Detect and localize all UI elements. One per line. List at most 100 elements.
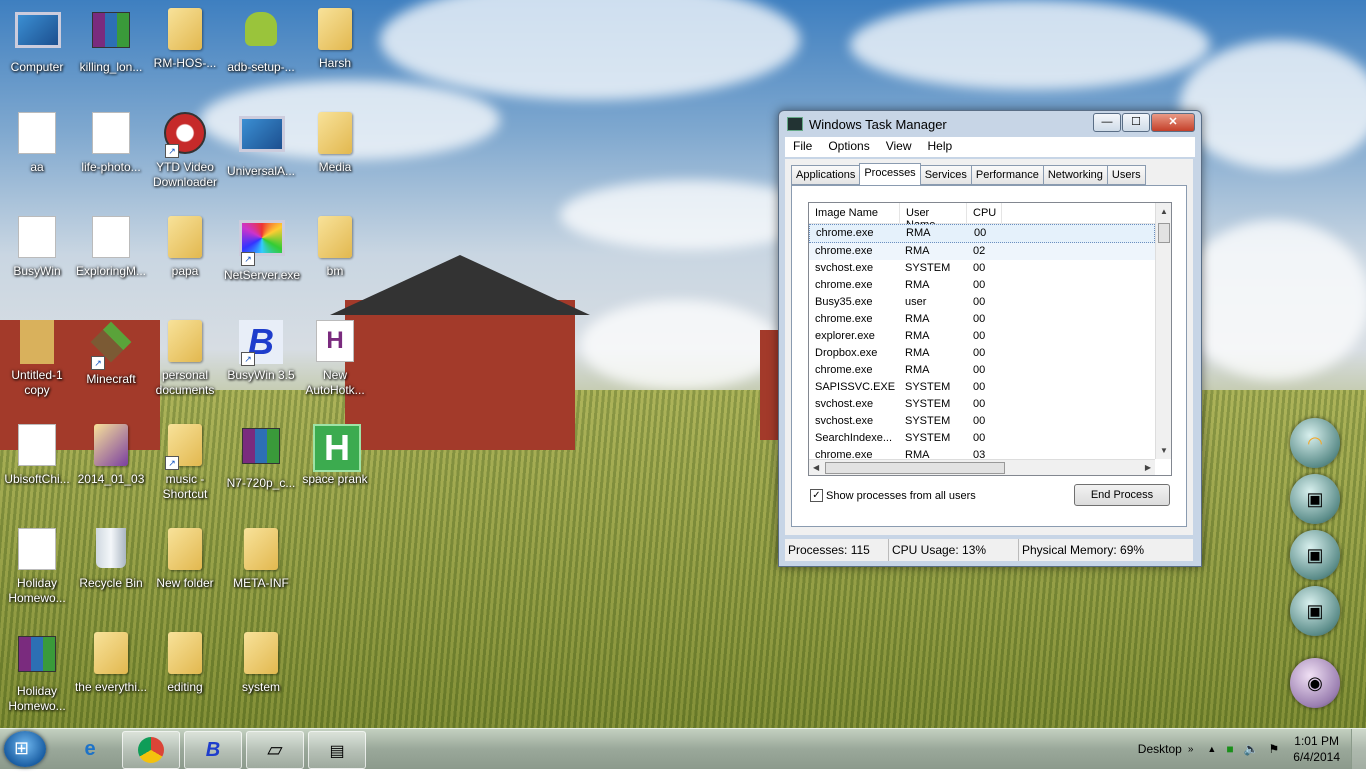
editing-desktop-icon[interactable]: editing	[148, 632, 222, 695]
media-desktop-icon[interactable]: Media	[298, 112, 372, 175]
task-manager-window[interactable]: Windows Task Manager — ☐ ✕ File Options …	[778, 110, 1202, 567]
show-hidden-icons-icon[interactable]: ▲	[1207, 744, 1216, 754]
table-row[interactable]: SearchIndexe... SYSTEM 00	[809, 430, 1155, 447]
table-row[interactable]: svchost.exe SYSTEM 00	[809, 260, 1155, 277]
menu-view[interactable]: View	[878, 137, 920, 157]
personal-documents-desktop-icon[interactable]: personal documents	[148, 320, 222, 398]
desktop-toolbar-label[interactable]: Desktop	[1138, 742, 1182, 756]
life-photo-desktop-icon[interactable]: life-photo...	[74, 112, 148, 175]
maximize-button[interactable]: ☐	[1122, 113, 1150, 132]
checkbox-check-icon[interactable]: ✓	[810, 489, 823, 502]
chrome-taskbar-button[interactable]	[122, 731, 180, 769]
show-all-processes-checkbox[interactable]: ✓ Show processes from all users	[810, 489, 976, 502]
table-row[interactable]: svchost.exe SYSTEM 00	[809, 413, 1155, 430]
menu-help[interactable]: Help	[920, 137, 961, 157]
harsh-desktop-icon[interactable]: Harsh	[298, 8, 372, 71]
papa-desktop-icon[interactable]: papa	[148, 216, 222, 279]
title-bar[interactable]: Windows Task Manager — ☐ ✕	[779, 111, 1201, 137]
tab-services[interactable]: Services	[919, 165, 972, 185]
table-row[interactable]: chrome.exe RMA 00	[809, 362, 1155, 379]
close-button[interactable]: ✕	[1151, 113, 1195, 132]
meta-inf-desktop-icon[interactable]: META-INF	[224, 528, 298, 591]
2014-01-03-desktop-icon[interactable]: 2014_01_03	[74, 424, 148, 487]
table-row[interactable]: svchost.exe SYSTEM 00	[809, 396, 1155, 413]
table-row[interactable]: chrome.exe RMA 00	[809, 277, 1155, 294]
computer-desktop-icon[interactable]: Computer	[0, 8, 74, 75]
minecraft-desktop-icon[interactable]: ↗ Minecraft	[74, 320, 148, 387]
table-row[interactable]: Dropbox.exe RMA 00	[809, 345, 1155, 362]
table-row[interactable]: Busy35.exe user 00	[809, 294, 1155, 311]
end-process-button[interactable]: End Process	[1074, 484, 1170, 506]
holiday-homework-pdf-desktop-icon[interactable]: Holiday Homewo...	[0, 528, 74, 606]
volume-icon[interactable]: 🔈	[1244, 742, 1259, 756]
space-prank-desktop-icon[interactable]: H space prank	[298, 424, 372, 487]
table-row[interactable]: explorer.exe RMA 00	[809, 328, 1155, 345]
ubisoftchi-desktop-icon[interactable]: UbisoftChi...	[0, 424, 74, 487]
menu-file[interactable]: File	[785, 137, 820, 157]
column-cpu[interactable]: CPU	[967, 203, 1002, 223]
busywin-desktop-icon[interactable]: BusyWin	[0, 216, 74, 279]
show-desktop-button[interactable]	[1351, 729, 1366, 769]
clock[interactable]: 1:01 PM 6/4/2014	[1293, 733, 1340, 765]
task-manager-taskbar-button[interactable]: ▤	[308, 731, 366, 769]
tab-users[interactable]: Users	[1106, 165, 1146, 185]
scroll-right-icon[interactable]: ▶	[1145, 463, 1151, 472]
column-user-name[interactable]: User Name	[900, 203, 967, 231]
scroll-left-icon[interactable]: ◀	[813, 463, 819, 472]
scroll-up-icon[interactable]: ▲	[1160, 207, 1168, 216]
start-button[interactable]: ⊞	[4, 731, 46, 767]
orb-gadget[interactable]: ◉	[1290, 658, 1340, 708]
table-row[interactable]: SAPISSVC.EXE SYSTEM 00	[809, 379, 1155, 396]
busywin-taskbar-button[interactable]: B	[184, 731, 242, 769]
music-shortcut-desktop-icon[interactable]: ↗ music - Shortcut	[148, 424, 222, 502]
picture-icon: ▣	[1306, 601, 1324, 621]
minimize-button[interactable]: —	[1093, 113, 1121, 132]
slideshow-gadget[interactable]: ▣	[1290, 474, 1340, 524]
installer-icon	[239, 116, 285, 152]
internet-explorer-taskbar-button[interactable]: e	[62, 731, 118, 767]
tab-performance[interactable]: Performance	[970, 165, 1044, 185]
tab-applications[interactable]: Applications	[791, 165, 861, 185]
table-row[interactable]: chrome.exe RMA 00	[809, 224, 1155, 243]
bm-desktop-icon[interactable]: bm	[298, 216, 372, 279]
horizontal-scrollbar[interactable]: ◀ ▶	[809, 459, 1155, 475]
scroll-down-icon[interactable]: ▼	[1160, 446, 1168, 455]
scroll-thumb[interactable]	[1158, 223, 1170, 243]
table-row[interactable]: chrome.exe RMA 02	[809, 243, 1155, 260]
recycle-bin-desktop-icon[interactable]: Recycle Bin	[74, 528, 148, 591]
photo-gadget-2[interactable]: ▣	[1290, 586, 1340, 636]
rm-hos-desktop-icon[interactable]: RM-HOS-...	[148, 8, 222, 71]
exploringm-desktop-icon[interactable]: ExploringM...	[74, 216, 148, 279]
photo-gadget[interactable]: ▣	[1290, 530, 1340, 580]
tab-processes[interactable]: Processes	[859, 163, 921, 186]
new-folder-desktop-icon[interactable]: New folder	[148, 528, 222, 591]
vertical-scrollbar[interactable]: ▲ ▼	[1155, 203, 1171, 459]
table-row[interactable]: chrome.exe RMA 00	[809, 311, 1155, 328]
tab-networking[interactable]: Networking	[1042, 165, 1108, 185]
new-autohotkey-desktop-icon[interactable]: H New AutoHotk...	[298, 320, 372, 398]
busywin-35-desktop-icon[interactable]: B ↗ BusyWin 3.5	[224, 320, 298, 383]
the-everything-desktop-icon[interactable]: the everythi...	[74, 632, 148, 695]
hscroll-thumb[interactable]	[825, 462, 1005, 474]
menu-options[interactable]: Options	[820, 137, 877, 157]
toolbar-chevron-icon[interactable]: »	[1188, 744, 1194, 755]
holiday-homework-rar-desktop-icon[interactable]: Holiday Homewo...	[0, 632, 74, 714]
process-list[interactable]: Image Name User Name CPU chrome.exe RMA 00…	[808, 202, 1172, 476]
action-center-icon[interactable]: ⚑	[1269, 742, 1280, 756]
column-image-name[interactable]: Image Name	[809, 203, 900, 223]
adb-setup-desktop-icon[interactable]: adb-setup-...	[224, 8, 298, 75]
network-status-icon[interactable]: ■	[1226, 742, 1233, 756]
universala-desktop-icon[interactable]: UniversalA...	[224, 112, 298, 179]
n7-720p-desktop-icon[interactable]: N7-720p_c...	[224, 424, 298, 491]
wifi-gadget[interactable]: ◠	[1290, 418, 1340, 468]
aa-desktop-icon[interactable]: aa	[0, 112, 74, 175]
cell-cpu: 00	[973, 347, 986, 359]
ytd-video-downloader-desktop-icon[interactable]: ↗ YTD Video Downloader	[148, 112, 222, 190]
notepad-taskbar-button[interactable]: ▱	[246, 731, 304, 769]
killing-lon-desktop-icon[interactable]: killing_lon...	[74, 8, 148, 75]
folder-icon	[168, 320, 202, 362]
system-desktop-icon[interactable]: system	[224, 632, 298, 695]
cell-cpu: 00	[973, 432, 986, 444]
untitled-1-copy-desktop-icon[interactable]: Untitled-1 copy	[0, 320, 74, 398]
netserver-desktop-icon[interactable]: ↗ NetServer.exe	[224, 216, 300, 283]
